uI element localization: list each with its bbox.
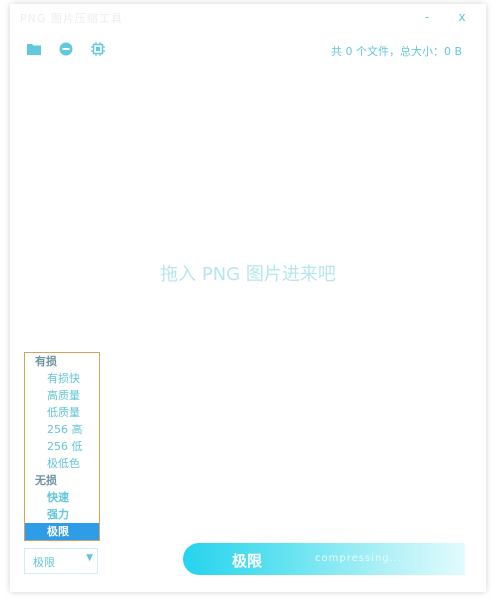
- file-summary: 共 0 个文件，总大小：0 B: [330, 45, 462, 58]
- close-button[interactable]: x: [453, 9, 471, 25]
- compress-button-label: 极限: [232, 552, 263, 570]
- quality-select-value: 极限: [33, 556, 55, 569]
- title-bar[interactable]: PNG 图片压缩工具 - x: [10, 4, 486, 30]
- menu-option-lossy-fast[interactable]: 有损快: [25, 370, 99, 387]
- toolbar: 共 0 个文件，总大小：0 B: [10, 38, 486, 62]
- menu-option-very-low-color[interactable]: 极低色: [25, 455, 99, 472]
- remove-icon[interactable]: [58, 41, 74, 57]
- menu-option-extreme[interactable]: 极限: [25, 523, 99, 540]
- folder-icon[interactable]: [26, 41, 42, 57]
- menu-option-fast[interactable]: 快速: [25, 489, 99, 506]
- quality-select[interactable]: 极限 ▼: [24, 548, 98, 574]
- menu-option-256-low[interactable]: 256 低: [25, 438, 99, 455]
- minimize-button[interactable]: -: [418, 9, 436, 25]
- menu-option-strong[interactable]: 强力: [25, 506, 99, 523]
- drop-hint: 拖入 PNG 图片进来吧: [160, 264, 336, 285]
- app-window: PNG 图片压缩工具 - x 共 0 个文件，总大小：0 B 拖入 PNG 图片…: [10, 4, 486, 592]
- quality-dropdown-menu: 有损 有损快 高质量 低质量 256 高 256 低 极低色 无损 快速 强力 …: [24, 352, 100, 541]
- app-title: PNG 图片压缩工具: [20, 12, 123, 25]
- chevron-down-icon: ▼: [86, 553, 93, 563]
- menu-group-lossless: 无损: [35, 474, 57, 487]
- menu-group-lossy: 有损: [35, 355, 57, 368]
- compress-button-ghost-text: compressing...: [315, 553, 403, 564]
- menu-option-low-quality[interactable]: 低质量: [25, 404, 99, 421]
- menu-option-256-high[interactable]: 256 高: [25, 421, 99, 438]
- menu-option-high-quality[interactable]: 高质量: [25, 387, 99, 404]
- compress-button[interactable]: 极限 compressing...: [183, 543, 465, 575]
- cpu-icon[interactable]: [90, 41, 106, 57]
